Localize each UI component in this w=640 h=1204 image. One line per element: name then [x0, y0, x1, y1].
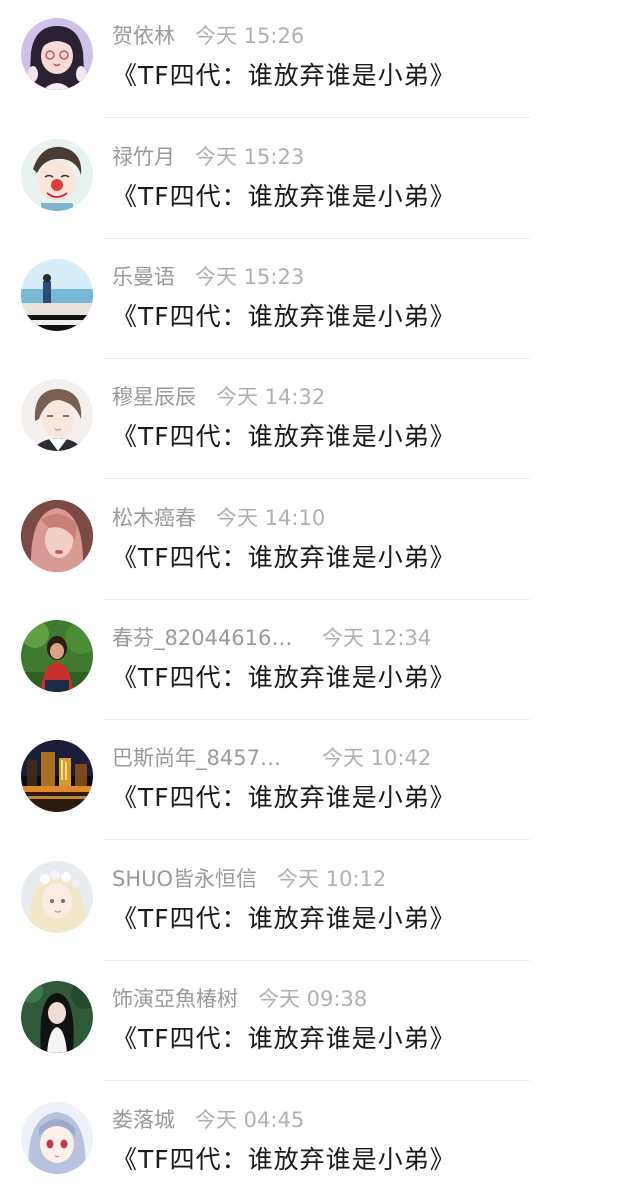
comment-title[interactable]: 《TF四代：谁放弃谁是小弟》 [112, 540, 456, 576]
user-name[interactable]: 巴斯尚年_84573… [112, 742, 294, 774]
comment-item[interactable]: 禄竹月 今天 15:23 《TF四代：谁放弃谁是小弟》 [0, 121, 640, 241]
comment-title[interactable]: 《TF四代：谁放弃谁是小弟》 [112, 901, 456, 937]
comment-title[interactable]: 《TF四代：谁放弃谁是小弟》 [112, 660, 456, 696]
user-name[interactable]: 贺依林 [112, 20, 175, 52]
comment-title[interactable]: 《TF四代：谁放弃谁是小弟》 [112, 179, 456, 215]
seaside-photo-avatar-icon [21, 259, 93, 331]
user-name[interactable]: 松木癌春 [112, 502, 196, 534]
girl-in-park-avatar-icon [21, 620, 93, 692]
comment-item[interactable]: 乐曼语 今天 15:23 《TF四代：谁放弃谁是小弟》 [0, 241, 640, 361]
avatar[interactable] [21, 861, 93, 933]
comment-item[interactable]: 娄落城 今天 04:45 《TF四代：谁放弃谁是小弟》 [0, 1084, 640, 1204]
comment-item[interactable]: 穆星辰辰 今天 14:32 《TF四代：谁放弃谁是小弟》 [0, 361, 640, 481]
comment-title[interactable]: 《TF四代：谁放弃谁是小弟》 [112, 780, 456, 816]
comment-item[interactable]: 饰演亞魚椿树 今天 09:38 《TF四代：谁放弃谁是小弟》 [0, 963, 640, 1083]
flower-crown-avatar-icon [21, 861, 93, 933]
avatar[interactable] [21, 18, 93, 90]
avatar[interactable] [21, 139, 93, 211]
comment-title[interactable]: 《TF四代：谁放弃谁是小弟》 [112, 1021, 456, 1057]
divider [104, 599, 530, 600]
user-name[interactable]: 饰演亞魚椿树 [112, 983, 238, 1015]
comment-list: 贺依林 今天 15:26 《TF四代：谁放弃谁是小弟》 禄竹月 今天 15:23 《… [0, 0, 640, 1198]
comment-title[interactable]: 《TF四代：谁放弃谁是小弟》 [112, 1142, 456, 1178]
timestamp: 今天 15:23 [195, 145, 305, 169]
comment-item[interactable]: 贺依林 今天 15:26 《TF四代：谁放弃谁是小弟》 [0, 0, 640, 120]
timestamp: 今天 04:45 [195, 1108, 305, 1132]
avatar[interactable] [21, 740, 93, 812]
dark-hair-girl-avatar-icon [21, 981, 93, 1053]
divider [104, 117, 530, 118]
timestamp: 今天 10:42 [322, 746, 432, 770]
avatar[interactable] [21, 620, 93, 692]
comment-item[interactable]: 松木癌春 今天 14:10 《TF四代：谁放弃谁是小弟》 [0, 482, 640, 602]
divider [104, 960, 530, 961]
user-name[interactable]: 春芬_820446169… [112, 622, 294, 654]
comment-item[interactable]: SHUO皆永恒信 今天 10:12 《TF四代：谁放弃谁是小弟》 [0, 843, 640, 963]
avatar[interactable] [21, 259, 93, 331]
user-name[interactable]: 娄落城 [112, 1104, 175, 1136]
timestamp: 今天 15:23 [195, 265, 305, 289]
timestamp: 今天 10:12 [277, 867, 387, 891]
timestamp: 今天 09:38 [258, 987, 368, 1011]
anime-boy-avatar-icon [21, 379, 93, 451]
comment-item[interactable]: 巴斯尚年_84573… 今天 10:42 《TF四代：谁放弃谁是小弟》 [0, 722, 640, 842]
pink-hair-avatar-icon [21, 500, 93, 572]
avatar[interactable] [21, 379, 93, 451]
avatar[interactable] [21, 500, 93, 572]
avatar[interactable] [21, 1102, 93, 1174]
divider [104, 1080, 530, 1081]
comment-item[interactable]: 春芬_820446169… 今天 12:34 《TF四代：谁放弃谁是小弟》 [0, 602, 640, 722]
clown-boy-avatar-icon [21, 139, 93, 211]
timestamp: 今天 14:10 [216, 506, 326, 530]
timestamp: 今天 14:32 [216, 385, 326, 409]
timestamp: 今天 15:26 [195, 24, 305, 48]
divider [104, 478, 530, 479]
timestamp: 今天 12:34 [322, 626, 432, 650]
user-name[interactable]: 乐曼语 [112, 261, 175, 293]
comment-title[interactable]: 《TF四代：谁放弃谁是小弟》 [112, 299, 456, 335]
divider [104, 238, 530, 239]
comment-title[interactable]: 《TF四代：谁放弃谁是小弟》 [112, 419, 456, 455]
user-name[interactable]: SHUO皆永恒信 [112, 863, 257, 895]
city-night-avatar-icon [21, 740, 93, 812]
user-name[interactable]: 禄竹月 [112, 141, 175, 173]
user-name[interactable]: 穆星辰辰 [112, 381, 196, 413]
avatar[interactable] [21, 981, 93, 1053]
silver-hair-anime-avatar-icon [21, 1102, 93, 1174]
divider [104, 719, 530, 720]
divider [104, 839, 530, 840]
divider [104, 358, 530, 359]
comment-title[interactable]: 《TF四代：谁放弃谁是小弟》 [112, 58, 456, 94]
anime-girl-avatar-icon [21, 18, 93, 90]
